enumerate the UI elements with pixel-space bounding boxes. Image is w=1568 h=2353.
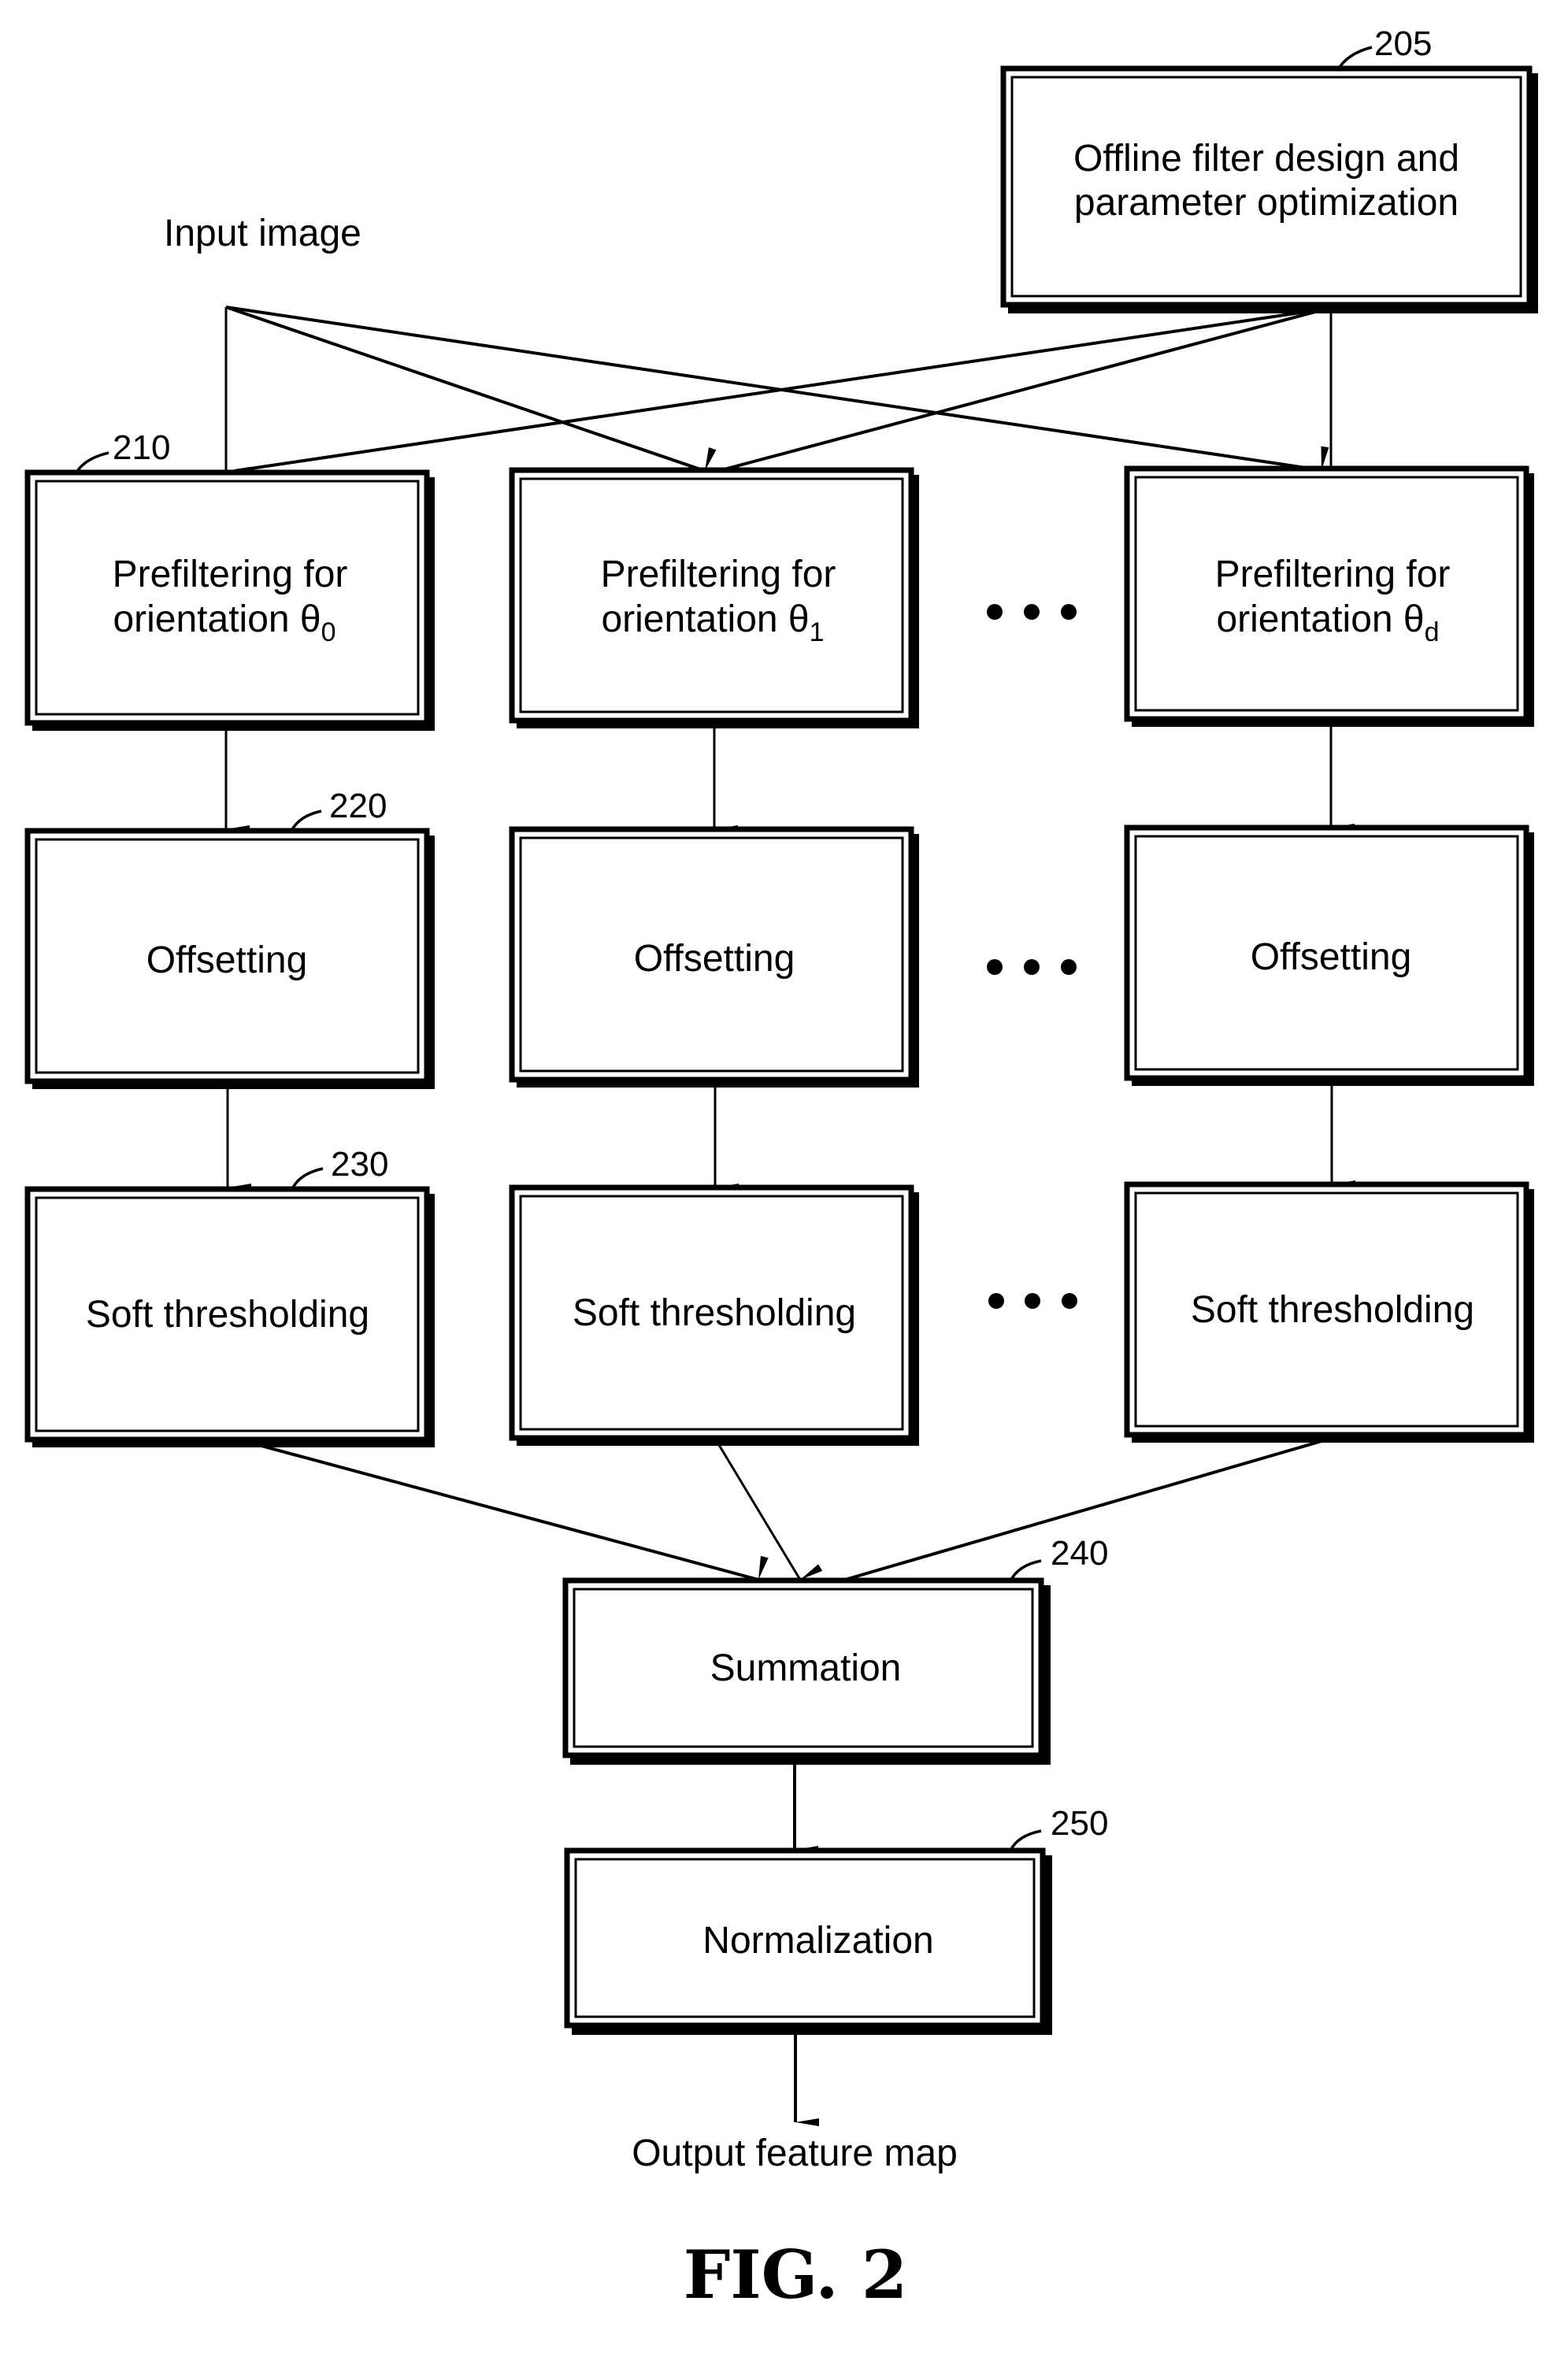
offline-block-line-1: Offline filter design and [1073, 138, 1459, 180]
arrow-offline-to-prefilter-1 [717, 307, 1328, 495]
prefilter-0-line-2: orientation θ0 [113, 598, 335, 647]
offsetting-block-1: Offsetting [509, 826, 919, 1088]
prefilter-block-0: Prefiltering for orientation θ0 [24, 469, 435, 731]
ellipsis-soft-thresholding [988, 1293, 1077, 1309]
figure-caption: FIG. 2 [684, 2236, 908, 2314]
arrow-input-to-prefilter-d [225, 306, 1329, 472]
soft-thresholding-block-1: Soft thresholding [509, 1184, 919, 1446]
flow-diagram: Input image Offline filter design and pa… [24, 24, 1538, 2314]
offsetting-block-d: Offsetting [1124, 824, 1534, 1086]
soft-thresholding-block-0: Soft thresholding [24, 1186, 435, 1447]
offsetting-0-label: Offsetting [146, 939, 308, 981]
ref-number-210: 210 [113, 428, 170, 467]
prefilter-1-line-2: orientation θ1 [601, 598, 824, 647]
prefilter-block-d: Prefiltering for orientation θd [1124, 465, 1534, 727]
ref-number-250: 250 [1051, 1804, 1108, 1843]
prefilter-d-line-1: Prefiltering for [1215, 554, 1451, 595]
ref-number-240: 240 [1051, 1534, 1108, 1573]
soft-thresholding-block-d: Soft thresholding [1124, 1181, 1534, 1443]
offsetting-1-label: Offsetting [634, 938, 795, 980]
soft-thresholding-d-label: Soft thresholding [1191, 1289, 1474, 1331]
ref-number-230: 230 [331, 1145, 388, 1184]
ref-leader-220 [290, 810, 322, 832]
summation-label: Summation [710, 1647, 902, 1689]
offsetting-block-0: Offsetting [24, 828, 435, 1089]
normalization-block: Normalization [564, 1847, 1052, 2035]
prefilter-1-line-1: Prefiltering for [601, 554, 836, 595]
prefilter-0-line-1: Prefiltering for [113, 554, 348, 595]
ref-leader-250 [1009, 1829, 1042, 1851]
ellipsis-prefilter [987, 604, 1077, 620]
output-feature-map-label: Output feature map [632, 2133, 958, 2174]
normalization-label: Normalization [702, 1920, 933, 1962]
arrow-soft-1-to-summation [715, 1440, 823, 1580]
ref-number-220: 220 [329, 787, 387, 825]
input-image-label: Input image [164, 213, 361, 254]
soft-thresholding-0-label: Soft thresholding [86, 1294, 369, 1336]
offline-filter-design-block: Offline filter design and parameter opti… [1000, 65, 1538, 313]
ref-leader-210 [75, 451, 109, 473]
prefilter-d-line-2: orientation θd [1216, 598, 1439, 647]
offline-block-line-2: parameter optimization [1074, 182, 1459, 224]
soft-thresholding-1-label: Soft thresholding [573, 1292, 856, 1334]
offsetting-d-label: Offsetting [1251, 936, 1412, 978]
ellipsis-offsetting [987, 959, 1077, 975]
summation-block: Summation [562, 1577, 1051, 1765]
prefilter-block-1: Prefiltering for orientation θ1 [509, 467, 919, 728]
ref-number-205: 205 [1374, 24, 1432, 63]
arrow-soft-0-to-summation [249, 1441, 769, 1581]
arrow-input-to-prefilter-1 [225, 306, 717, 472]
ref-leader-230 [291, 1167, 324, 1188]
